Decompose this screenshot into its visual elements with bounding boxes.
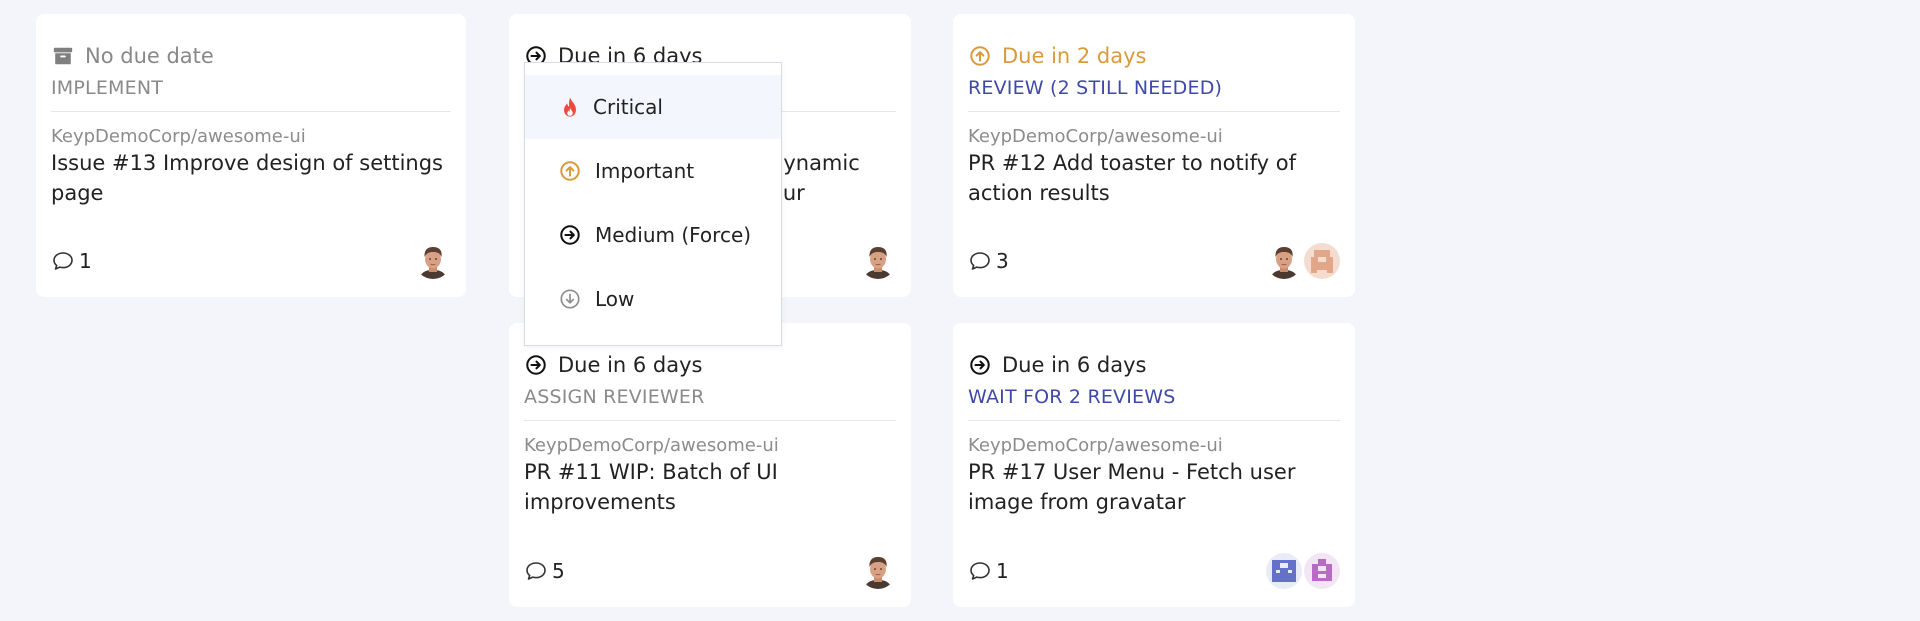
comment-icon (524, 559, 548, 583)
comment-count-value: 1 (79, 249, 92, 273)
card-title[interactable]: PR #12 Add toaster to notify of action r… (968, 148, 1340, 208)
arrow-right-circle-icon[interactable] (968, 353, 992, 377)
card-footer: 5 (524, 551, 896, 591)
priority-dropdown: Critical Important Medium (Force) Low (524, 62, 782, 346)
comment-count[interactable]: 5 (524, 559, 565, 583)
option-label: Low (595, 287, 635, 311)
arrow-down-circle-icon (559, 288, 581, 310)
assignees (858, 243, 896, 279)
repo-name[interactable]: KeypDemoCorp/awesome-ui (51, 126, 451, 147)
due-label: Due in 6 days (558, 353, 703, 377)
status-label: WAIT FOR 2 REVIEWS (968, 386, 1176, 408)
repo-name[interactable]: KeypDemoCorp/awesome-ui (524, 435, 896, 456)
comment-icon (51, 249, 75, 273)
assignees (858, 553, 896, 589)
assignees (413, 243, 451, 279)
divider (968, 420, 1340, 421)
status-label: IMPLEMENT (51, 77, 164, 99)
comment-icon (968, 559, 992, 583)
arrow-right-circle-icon[interactable] (524, 353, 548, 377)
arrow-up-circle-icon (559, 160, 581, 182)
option-label: Medium (Force) (595, 223, 752, 247)
comment-count[interactable]: 3 (968, 249, 1009, 273)
divider (524, 420, 896, 421)
avatar[interactable] (860, 243, 896, 279)
avatar[interactable] (860, 553, 896, 589)
due-date: No due date (51, 38, 451, 74)
due-label: Due in 2 days (1002, 44, 1147, 68)
comment-count-value: 5 (552, 559, 565, 583)
identicon-avatar[interactable] (1266, 553, 1302, 589)
task-card[interactable]: Due in 6 days ASSIGN REVIEWER KeypDemoCo… (509, 323, 911, 607)
card-footer: 1 (51, 241, 451, 281)
identicon-avatar[interactable] (1304, 243, 1340, 279)
arrow-right-circle-icon (559, 224, 581, 246)
comment-count[interactable]: 1 (51, 249, 92, 273)
repo-name[interactable]: KeypDemoCorp/awesome-ui (968, 435, 1340, 456)
status-label: ASSIGN REVIEWER (524, 386, 705, 408)
comment-icon (968, 249, 992, 273)
option-label: Critical (593, 95, 663, 119)
card-footer: 1 (968, 551, 1340, 591)
card-title[interactable]: PR #11 WIP: Batch of UI improvements (524, 457, 896, 517)
option-label: Important (595, 159, 695, 183)
due-label: No due date (85, 44, 214, 68)
assignees (1264, 553, 1340, 589)
due-date: Due in 6 days (968, 347, 1340, 383)
task-card[interactable]: Due in 6 days WAIT FOR 2 REVIEWS KeypDem… (953, 323, 1355, 607)
repo-name[interactable]: KeypDemoCorp/awesome-ui (968, 126, 1340, 147)
avatar[interactable] (415, 243, 451, 279)
task-card[interactable]: No due date IMPLEMENT KeypDemoCorp/aweso… (36, 14, 466, 297)
arrow-up-circle-icon[interactable] (968, 44, 992, 68)
due-date: Due in 6 days (524, 347, 896, 383)
due-date: Due in 2 days (968, 38, 1340, 74)
priority-option-critical[interactable]: Critical (525, 75, 781, 139)
flame-icon (559, 96, 581, 118)
task-card[interactable]: Due in 2 days REVIEW (2 STILL NEEDED) Ke… (953, 14, 1355, 297)
divider (51, 111, 451, 112)
card-footer: 3 (968, 241, 1340, 281)
comment-count-value: 3 (996, 249, 1009, 273)
priority-option-important[interactable]: Important (525, 139, 781, 203)
priority-option-low[interactable]: Low (525, 267, 781, 331)
due-label: Due in 6 days (1002, 353, 1147, 377)
assignees (1264, 243, 1340, 279)
comment-count-value: 1 (996, 559, 1009, 583)
identicon-avatar[interactable] (1304, 553, 1340, 589)
priority-option-medium[interactable]: Medium (Force) (525, 203, 781, 267)
avatar[interactable] (1266, 243, 1302, 279)
card-title[interactable]: PR #17 User Menu - Fetch user image from… (968, 457, 1340, 517)
status-label: REVIEW (2 STILL NEEDED) (968, 77, 1223, 99)
comment-count[interactable]: 1 (968, 559, 1009, 583)
divider (968, 111, 1340, 112)
archive-icon (51, 44, 75, 68)
card-title[interactable]: Issue #13 Improve design of settings pag… (51, 148, 451, 208)
